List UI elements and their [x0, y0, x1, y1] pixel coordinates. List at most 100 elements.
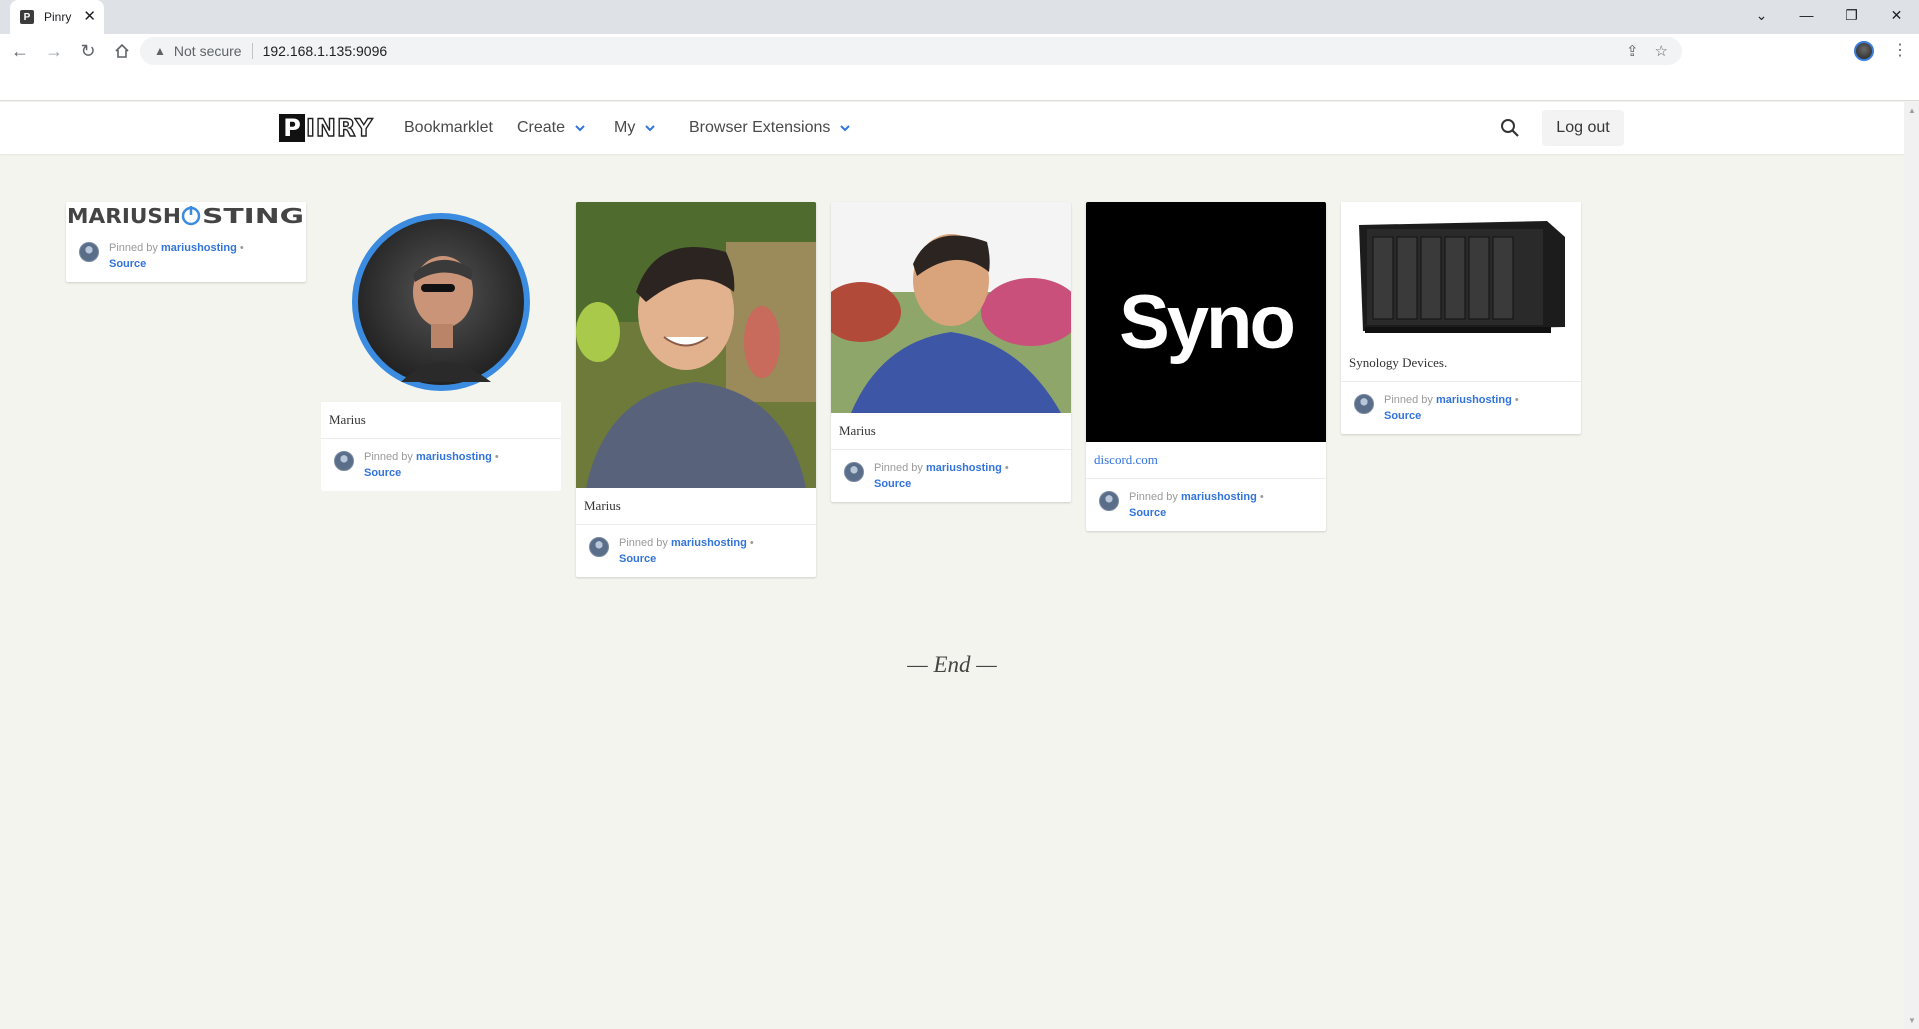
- pinner-link[interactable]: mariushosting: [926, 462, 1002, 474]
- separator: •: [1259, 491, 1264, 503]
- pin-card[interactable]: MARIUSH STING Pinned by mariushosting • …: [66, 202, 306, 282]
- syno-logo-text: Syno: [1119, 279, 1296, 365]
- divider: [251, 43, 253, 59]
- separator: •: [1004, 462, 1009, 474]
- pin-description: Synology Devices.: [1341, 345, 1581, 382]
- restore-icon[interactable]: ❐: [1829, 0, 1874, 30]
- forward-arrow-icon[interactable]: →: [40, 37, 68, 65]
- separator: •: [239, 242, 244, 254]
- pin-meta: Pinned by mariushosting • Source: [1086, 479, 1326, 531]
- source-link[interactable]: Source: [1129, 507, 1166, 519]
- chevron-down-icon: [645, 125, 656, 132]
- page-scrollbar[interactable]: ▲ ▼: [1904, 102, 1919, 1029]
- back-arrow-icon[interactable]: ←: [6, 37, 34, 65]
- avatar[interactable]: [1354, 394, 1374, 414]
- nav-browser-extensions-label: Browser Extensions: [689, 119, 831, 136]
- pin-card[interactable]: Marius Pinned by mariushosting • Source: [831, 202, 1071, 502]
- browser-tab-strip: P Pinry ✕ ⌄ — ❐ ✕: [0, 0, 1919, 34]
- mariushosting-logo-image: MARIUSH STING: [67, 204, 304, 228]
- pin-description: Marius: [321, 402, 561, 439]
- pin-description: Marius: [576, 488, 816, 525]
- pinner-link[interactable]: mariushosting: [1436, 394, 1512, 406]
- window-controls: ⌄ — ❐ ✕: [1739, 0, 1919, 30]
- avatar[interactable]: [334, 451, 354, 471]
- pin-card[interactable]: Marius Pinned by mariushosting • Source: [321, 202, 561, 491]
- pin-meta: Pinned by mariushosting • Source: [1341, 382, 1581, 434]
- pinner-link[interactable]: mariushosting: [161, 242, 237, 254]
- url-text[interactable]: 192.168.1.135:9096: [263, 43, 388, 59]
- close-tab-icon[interactable]: ✕: [83, 7, 96, 25]
- nas-device-image: [1359, 220, 1565, 333]
- pinner-link[interactable]: mariushosting: [1181, 491, 1257, 503]
- nav-my-dropdown[interactable]: My: [614, 119, 656, 137]
- source-link[interactable]: Source: [874, 478, 911, 490]
- chevron-down-icon: [840, 125, 851, 132]
- reload-icon[interactable]: ↻: [74, 37, 102, 65]
- address-bar[interactable]: ▲ Not secure 192.168.1.135:9096 ⇪ ☆: [140, 37, 1682, 65]
- page-top-spacer: [0, 68, 1919, 101]
- browser-tab[interactable]: P Pinry ✕: [10, 0, 104, 34]
- pin-image-syno[interactable]: Syno: [1086, 202, 1326, 442]
- scroll-up-icon[interactable]: ▲: [1908, 106, 1916, 115]
- pin-image-portrait[interactable]: [831, 202, 1071, 413]
- bookmark-star-icon[interactable]: ☆: [1655, 42, 1668, 60]
- portrait-outdoors-image: [831, 202, 1071, 413]
- pinry-logo[interactable]: P INRY: [279, 113, 374, 143]
- nav-bookmarklet[interactable]: Bookmarklet: [404, 119, 493, 137]
- separator: •: [749, 537, 754, 549]
- security-label[interactable]: Not secure: [174, 43, 242, 59]
- pin-meta: Pinned by mariushosting • Source: [321, 439, 561, 491]
- pin-image-nas-device[interactable]: [1341, 202, 1581, 345]
- avatar[interactable]: [844, 462, 864, 482]
- pin-image-portrait[interactable]: [321, 202, 561, 402]
- pinned-by-label: Pinned by: [364, 451, 413, 463]
- close-window-icon[interactable]: ✕: [1874, 0, 1919, 30]
- profile-avatar[interactable]: [1854, 41, 1874, 61]
- pinry-favicon-icon: P: [20, 10, 34, 24]
- logout-button[interactable]: Log out: [1542, 110, 1624, 146]
- pin-description: Marius: [831, 413, 1071, 450]
- share-icon[interactable]: ⇪: [1626, 42, 1639, 60]
- pinned-by-label: Pinned by: [1129, 491, 1178, 503]
- kebab-menu-icon[interactable]: ⋮: [1892, 40, 1908, 60]
- source-link[interactable]: Source: [1384, 410, 1421, 422]
- nav-create-dropdown[interactable]: Create: [517, 119, 585, 137]
- portrait-smiling-image: [576, 202, 816, 488]
- pinner-link[interactable]: mariushosting: [416, 451, 492, 463]
- source-link[interactable]: Source: [364, 467, 401, 479]
- svg-text:MARIUSH: MARIUSH: [67, 204, 181, 228]
- pinner-link[interactable]: mariushosting: [671, 537, 747, 549]
- pin-meta: Pinned by mariushosting • Source: [66, 230, 306, 282]
- site-navbar: P INRY Bookmarklet Create My Browser Ext…: [0, 102, 1904, 154]
- separator: •: [494, 451, 499, 463]
- pin-meta: Pinned by mariushosting • Source: [576, 525, 816, 577]
- tab-title: Pinry: [44, 10, 72, 24]
- avatar[interactable]: [79, 242, 99, 262]
- pinned-by-label: Pinned by: [109, 242, 158, 254]
- logo-text: INRY: [305, 113, 374, 142]
- pin-image-portrait[interactable]: [576, 202, 816, 488]
- avatar[interactable]: [589, 537, 609, 557]
- pin-card[interactable]: Syno discord.com Pinned by mariushosting…: [1086, 202, 1326, 531]
- avatar[interactable]: [1099, 491, 1119, 511]
- pin-description[interactable]: discord.com: [1086, 442, 1326, 479]
- warning-icon[interactable]: ▲: [154, 44, 166, 58]
- pinned-by-label: Pinned by: [874, 462, 923, 474]
- home-icon[interactable]: [108, 37, 136, 65]
- source-link[interactable]: Source: [109, 258, 146, 270]
- tab-search-icon[interactable]: ⌄: [1739, 0, 1784, 30]
- nav-my-label: My: [614, 119, 636, 136]
- portrait-sunglasses-image: [352, 213, 530, 391]
- pinned-by-label: Pinned by: [619, 537, 668, 549]
- nav-bookmarklet-label: Bookmarklet: [404, 119, 493, 136]
- logo-mark: P: [279, 114, 305, 142]
- scroll-down-icon[interactable]: ▼: [1908, 1016, 1916, 1025]
- minimize-icon[interactable]: —: [1784, 0, 1829, 30]
- browser-toolbar: ← → ↻ ▲ Not secure 192.168.1.135:9096 ⇪ …: [0, 34, 1919, 68]
- search-icon[interactable]: [1500, 118, 1520, 138]
- source-link[interactable]: Source: [619, 553, 656, 565]
- pin-card[interactable]: Marius Pinned by mariushosting • Source: [576, 202, 816, 577]
- pin-card[interactable]: Synology Devices. Pinned by mariushostin…: [1341, 202, 1581, 434]
- nav-browser-extensions-dropdown[interactable]: Browser Extensions: [689, 119, 851, 137]
- pin-image-mariushosting-logo[interactable]: MARIUSH STING: [66, 202, 306, 230]
